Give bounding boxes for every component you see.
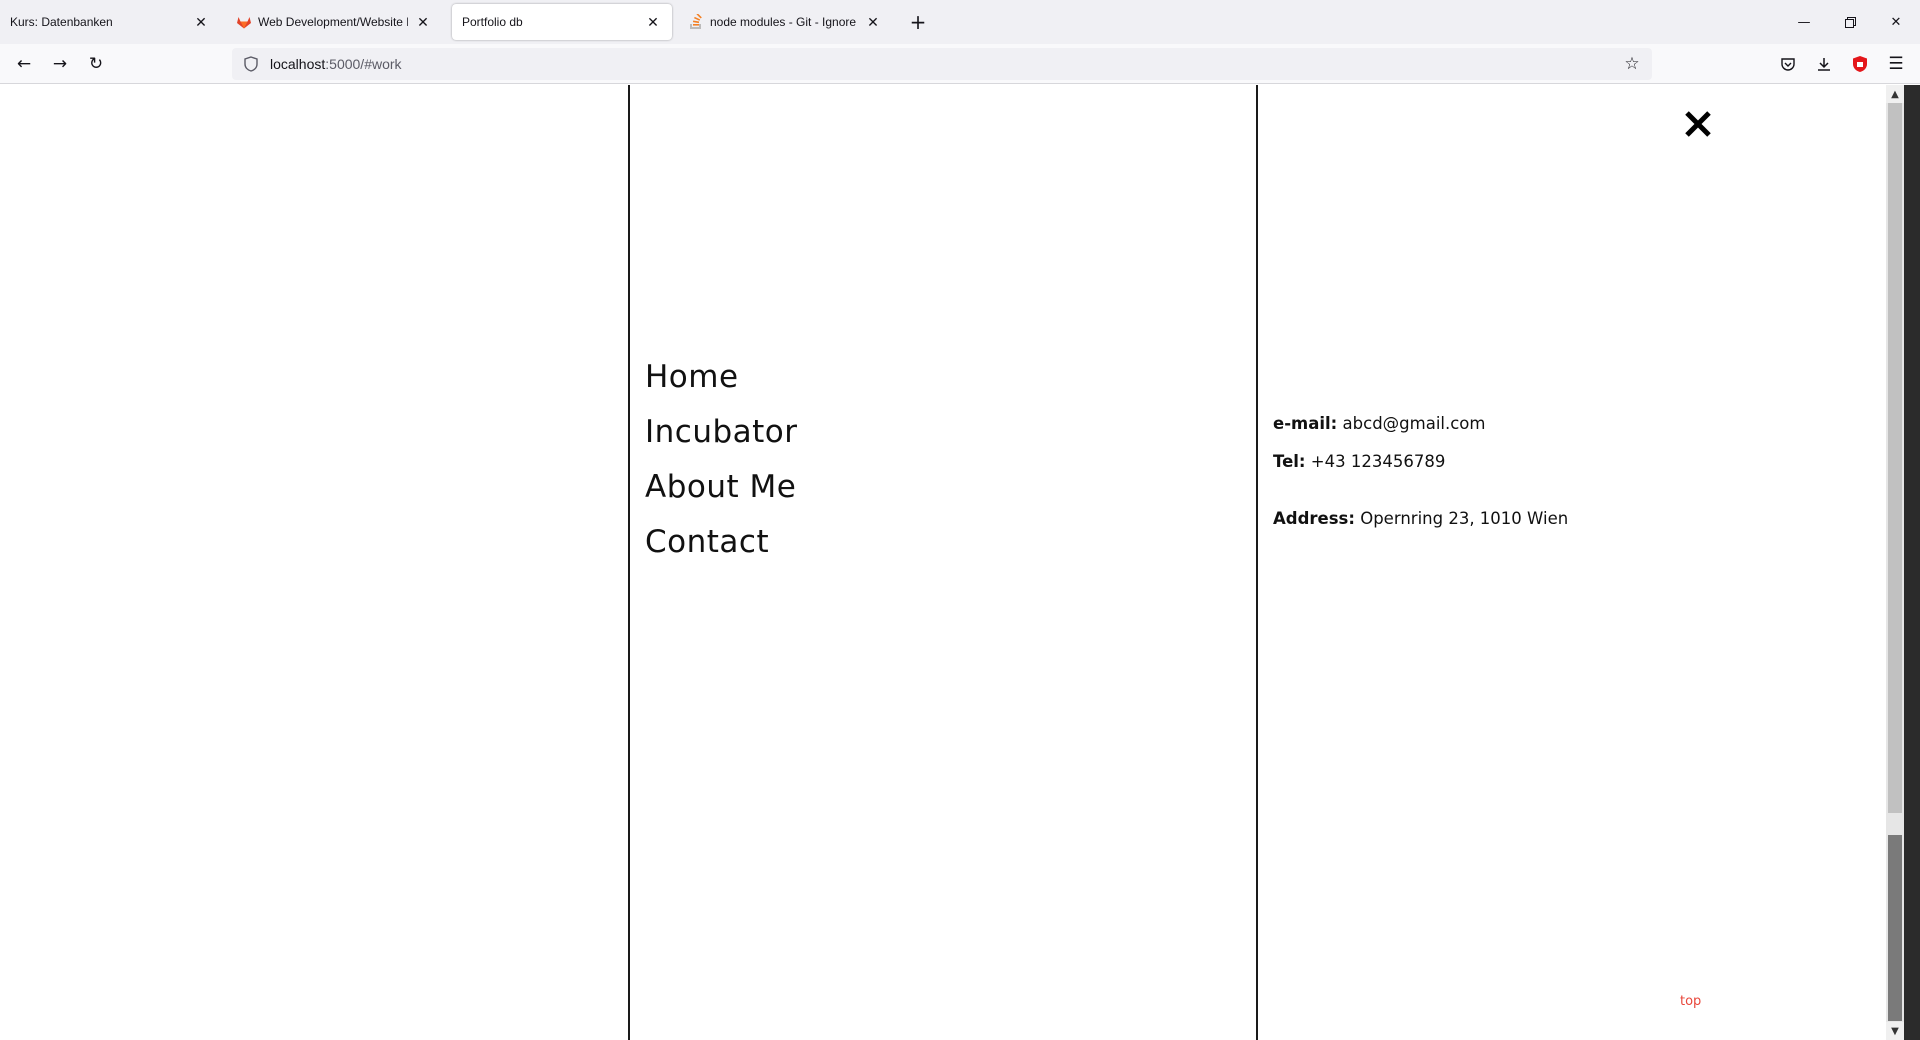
scrollbar[interactable]: ▲ ▼ xyxy=(1886,85,1920,1040)
arrow-right-icon: → xyxy=(52,54,68,74)
url-path: :5000/#work xyxy=(325,56,402,72)
right-divider xyxy=(1256,85,1258,1040)
left-divider xyxy=(628,85,630,1040)
downloads-button[interactable] xyxy=(1810,50,1838,78)
close-icon[interactable]: ✕ xyxy=(192,13,210,31)
url-host: localhost xyxy=(270,56,326,72)
minimize-icon: — xyxy=(1797,14,1811,30)
menu-button[interactable]: ☰ xyxy=(1882,50,1910,78)
pocket-button[interactable] xyxy=(1774,50,1802,78)
reload-button[interactable]: ↻ xyxy=(82,50,110,78)
shield-icon[interactable] xyxy=(242,55,260,73)
tab-title: Kurs: Datenbanken xyxy=(10,15,113,29)
url-text[interactable]: localhost:5000/#work xyxy=(260,56,402,72)
page-content: Home Incubator About Me Contact e-mail: … xyxy=(0,85,1886,1040)
scrollbar-thumb[interactable] xyxy=(1888,103,1902,813)
minimize-button[interactable]: — xyxy=(1784,8,1824,36)
tab-title: node modules - Git - Ignore no xyxy=(710,15,858,29)
tel-label: Tel: xyxy=(1273,452,1306,471)
restore-icon xyxy=(1844,16,1856,28)
bookmark-star-icon[interactable]: ☆ xyxy=(1622,54,1642,74)
contact-info: e-mail: abcd@gmail.com Tel: +43 12345678… xyxy=(1273,405,1568,538)
download-icon xyxy=(1818,58,1830,71)
ublock-shield-icon xyxy=(1853,56,1867,72)
gitlab-icon xyxy=(237,17,251,29)
close-icon: ✕ xyxy=(1890,14,1902,30)
hamburger-icon: ☰ xyxy=(1888,54,1904,74)
forward-button[interactable]: → xyxy=(46,50,74,78)
nav-menu: Home Incubator About Me Contact xyxy=(645,350,798,570)
scroll-up-arrow-icon[interactable]: ▲ xyxy=(1886,85,1904,103)
url-bar[interactable]: localhost:5000/#work ☆ xyxy=(232,48,1652,151)
tab-node-modules[interactable]: node modules - Git - Ignore no ✕ xyxy=(678,4,892,40)
email-row: e-mail: abcd@gmail.com xyxy=(1273,405,1568,443)
tab-web-development[interactable]: Web Development/Website Hin ✕ xyxy=(226,4,442,40)
address-row: Address: Opernring 23, 1010 Wien xyxy=(1273,500,1568,538)
tab-kurs-datenbanken[interactable]: Kurs: Datenbanken ✕ xyxy=(0,4,220,40)
menu-item-contact[interactable]: Contact xyxy=(645,515,798,570)
tel-row: Tel: +43 123456789 xyxy=(1273,443,1568,481)
stackoverflow-icon xyxy=(690,14,702,29)
close-menu-icon[interactable] xyxy=(1681,107,1715,141)
address-value: Opernring 23, 1010 Wien xyxy=(1360,509,1569,528)
arrow-left-icon: ← xyxy=(16,54,32,74)
tel-value: +43 123456789 xyxy=(1310,452,1446,471)
tab-title: Web Development/Website Hin xyxy=(258,15,408,29)
menu-item-home[interactable]: Home xyxy=(645,350,798,405)
top-link[interactable]: top xyxy=(1680,994,1701,1009)
menu-item-incubator[interactable]: Incubator xyxy=(645,405,798,460)
scroll-down-arrow-icon[interactable]: ▼ xyxy=(1886,1022,1904,1040)
pocket-icon xyxy=(1781,57,1795,71)
tab-title: Portfolio db xyxy=(462,15,523,29)
menu-item-about-me[interactable]: About Me xyxy=(645,460,798,515)
address-label: Address: xyxy=(1273,509,1355,528)
close-icon[interactable]: ✕ xyxy=(644,13,662,31)
window-close-button[interactable]: ✕ xyxy=(1876,8,1916,36)
tab-portfolio-db[interactable]: Portfolio db ✕ xyxy=(452,4,672,40)
extension-button[interactable] xyxy=(1846,50,1874,78)
close-icon[interactable]: ✕ xyxy=(864,13,882,31)
scrollbar-edge xyxy=(1904,85,1920,1040)
back-button[interactable]: ← xyxy=(10,50,38,78)
navigation-bar: ← → ↻ localhost:5000/#work ☆ ☰ xyxy=(0,44,1920,151)
email-value: abcd@gmail.com xyxy=(1342,414,1486,433)
scrollbar-track-lower xyxy=(1888,835,1902,1021)
reload-icon: ↻ xyxy=(88,54,104,74)
email-label: e-mail: xyxy=(1273,414,1338,433)
close-icon[interactable]: ✕ xyxy=(414,13,432,31)
tab-bar: Kurs: Datenbanken ✕ Web Development/Webs… xyxy=(0,0,1920,44)
restore-button[interactable] xyxy=(1830,8,1870,36)
new-tab-button[interactable]: + xyxy=(906,10,930,34)
